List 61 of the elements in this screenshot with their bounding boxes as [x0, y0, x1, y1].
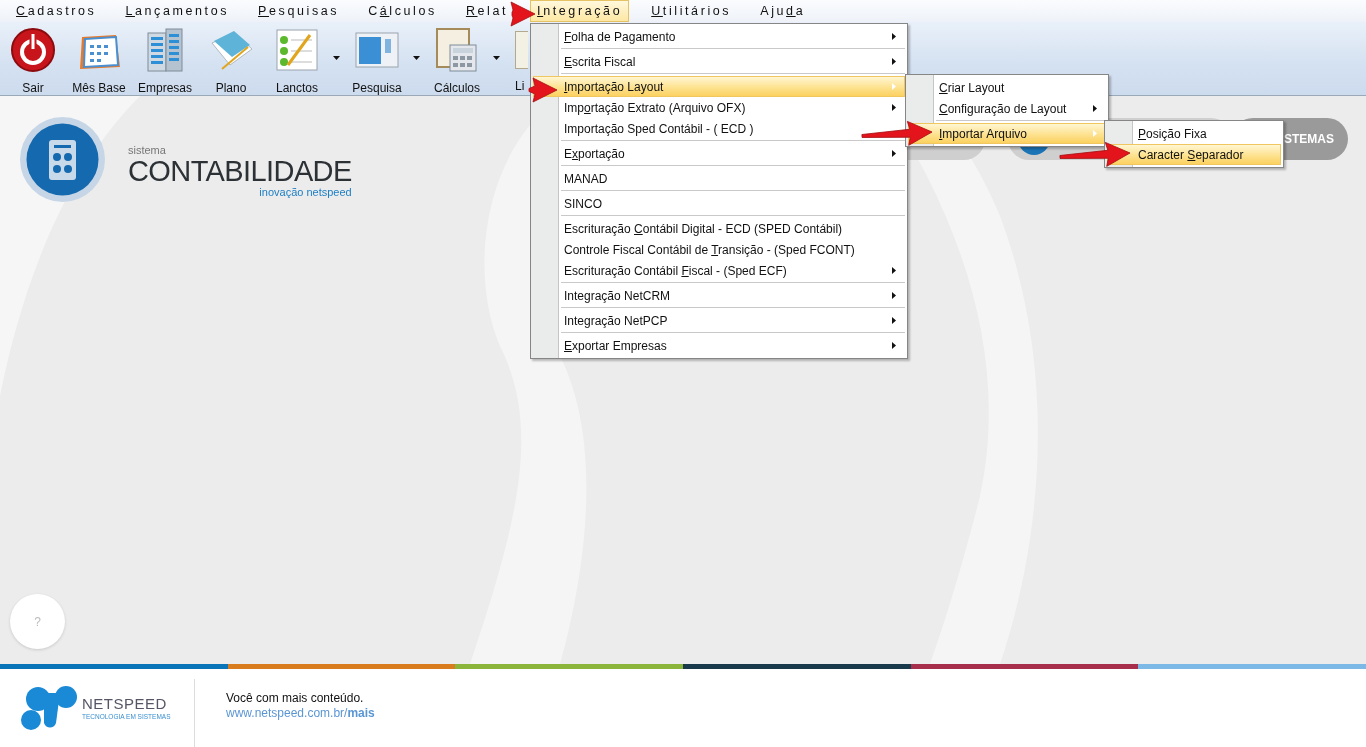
caret-icon [413, 56, 420, 60]
toolbar-button[interactable]: Li [504, 22, 528, 95]
menu-item[interactable]: Importação Layout [533, 76, 905, 97]
menu-bar-item[interactable]: Cadastros [9, 0, 104, 22]
menu-item[interactable]: Importação Extrato (Arquivo OFX) [533, 97, 905, 118]
submenu-arrow-icon [892, 267, 896, 274]
brand-name: NETSPEED [82, 695, 168, 712]
toolbar-button[interactable]: Plano [198, 22, 264, 95]
menu-item[interactable]: Escrituração Contábil Fiscal - (Sped ECF) [533, 260, 905, 281]
submenu-arrow-icon [892, 292, 896, 299]
toolbar-button[interactable]: Lanctos [264, 22, 344, 95]
checklist-icon [274, 27, 320, 73]
pointer-arrow [861, 121, 933, 146]
menu-item[interactable]: Exportação [533, 143, 905, 164]
menu-bar-item[interactable]: Cálculos [361, 0, 444, 22]
menu-bar-item[interactable]: Ajuda [753, 0, 813, 22]
pointer-arrow [1059, 142, 1131, 167]
menu-item[interactable]: Escrituração Contábil Digital - ECD (SPED Contábil) [533, 218, 905, 239]
submenu-arrow-icon [892, 104, 896, 111]
menu-item[interactable]: Escrita Fiscal [533, 51, 905, 72]
menu-item[interactable]: Integração NetPCP [533, 310, 905, 331]
menu-item[interactable]: Folha de Pagamento [533, 26, 905, 47]
menu-item[interactable]: Configuração de Layout [908, 98, 1106, 119]
calculator-icon [434, 27, 480, 73]
product-title: CONTABILIDADE [128, 156, 352, 186]
menu-bar-item[interactable]: Utilitários [644, 0, 739, 22]
caption-text: sistema [128, 145, 167, 156]
menu-bar-item[interactable]: Lançamentos [118, 0, 237, 22]
submenu-arrow-icon [892, 342, 896, 349]
menu-item[interactable]: MANAD [533, 168, 905, 189]
pointer-arrow [510, 1, 536, 27]
toolbar-button[interactable]: Mês Base [66, 22, 132, 95]
menu-bar-item[interactable]: Relat [458, 0, 516, 22]
document-icon [515, 31, 528, 69]
toolbar-button[interactable]: Pesquisa [344, 22, 424, 95]
submenu-arrow-icon [892, 317, 896, 324]
calculator-logo-icon [20, 117, 105, 202]
toolbar-button[interactable]: Sair [0, 22, 66, 95]
caret-icon [333, 56, 340, 60]
footer-message: Você com mais conteúdo. [226, 691, 365, 706]
menu-item[interactable]: SINCO [533, 193, 905, 214]
menu-item[interactable]: Importação Sped Contábil - ( ECD ) [533, 118, 905, 139]
menu-item[interactable]: Exportar Empresas [533, 335, 905, 356]
caret-icon [493, 56, 500, 60]
toolbar-button[interactable]: Empresas [132, 22, 198, 95]
submenu-arrow-icon [892, 83, 896, 90]
menu-bar-item[interactable]: Pesquisas [251, 0, 347, 22]
submenu-arrow-icon [892, 150, 896, 157]
logo-icon [20, 685, 78, 731]
product-subtitle: inovação netspeed [259, 186, 352, 198]
menu-item[interactable]: Integração NetCRM [533, 285, 905, 306]
submenu-arrow-icon [1093, 130, 1097, 137]
menu-item[interactable]: Criar Layout [908, 77, 1106, 98]
pointer-arrow [528, 77, 558, 103]
submenu-arrow-icon [892, 58, 896, 65]
menu-item[interactable]: Importar Arquivo [908, 123, 1106, 144]
submenu-arrow-icon [1093, 105, 1097, 112]
menu-item[interactable]: Controle Fiscal Contábil de Transição - (Sped FCONT) [533, 239, 905, 260]
toolbar-button[interactable]: Cálculos [424, 22, 504, 95]
power-icon [10, 27, 56, 73]
submenu-arrow-icon [892, 33, 896, 40]
